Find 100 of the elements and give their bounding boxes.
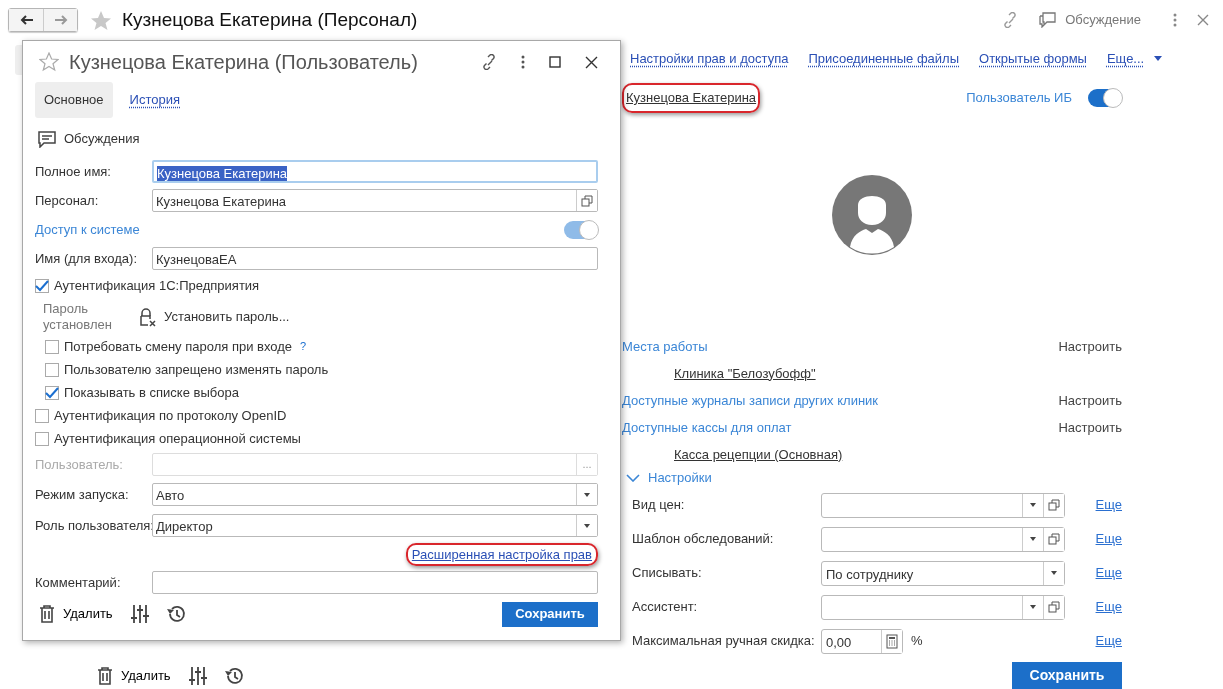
forward-arrow-icon: [53, 13, 68, 27]
settings-link[interactable]: Расширенная настройка прав: [405, 542, 598, 567]
dialog-title: Кузнецова Екатерина (Пользователь): [69, 50, 418, 75]
more-link[interactable]: Еще: [1095, 631, 1122, 651]
open-button[interactable]: [1043, 493, 1064, 517]
nav-link[interactable]: Открытые формы: [979, 49, 1087, 69]
dropdown-button[interactable]: [576, 484, 597, 505]
item-link[interactable]: Клиника "Белозубофф": [622, 363, 816, 384]
save-button[interactable]: Сохранить: [502, 601, 598, 627]
set-password-button[interactable]: Установить пароль...: [138, 307, 290, 327]
nav-link[interactable]: Еще...: [1106, 49, 1145, 69]
dropdown-field[interactable]: Авто: [152, 483, 598, 506]
sliders-icon[interactable]: [130, 605, 149, 623]
field-label: Ассистент:: [632, 598, 699, 617]
delete-button[interactable]: Удалить: [39, 604, 113, 624]
configure-link[interactable]: Настроить: [1058, 336, 1122, 357]
open-button[interactable]: [576, 190, 597, 211]
checkbox[interactable]: [35, 279, 49, 293]
more-link[interactable]: Еще: [1095, 529, 1122, 549]
history-icon[interactable]: [166, 604, 187, 624]
nav-link[interactable]: Присоединенные файлы: [808, 49, 959, 69]
input-field[interactable]: [152, 571, 598, 594]
star-icon[interactable]: [39, 52, 59, 72]
save-button[interactable]: Сохранить: [1012, 662, 1122, 689]
dropdown-button[interactable]: [576, 515, 597, 536]
tab[interactable]: История: [120, 82, 189, 118]
lock-icon: [138, 307, 156, 327]
group-toggle[interactable]: Настройки: [648, 468, 712, 488]
section-link[interactable]: Доступные журналы записи других клиник: [622, 390, 879, 411]
sliders-icon[interactable]: [188, 666, 207, 685]
open-window-icon: [1048, 533, 1060, 545]
field-label: Комментарий:: [35, 573, 122, 592]
section-link[interactable]: Места работы: [622, 336, 708, 357]
open-window-icon: [1048, 499, 1060, 511]
item-link[interactable]: Касса рецепции (Основная): [622, 444, 843, 465]
toggle-switch[interactable]: [564, 220, 598, 239]
dropdown-field[interactable]: По сотруднику: [821, 560, 1065, 586]
calculator-button[interactable]: [881, 629, 902, 653]
checkbox[interactable]: [45, 362, 59, 377]
open-button[interactable]: [1043, 595, 1064, 619]
check-icon: [35, 280, 49, 292]
caret-icon: [1029, 604, 1037, 610]
open-window-icon: [581, 194, 593, 207]
discussion-button[interactable]: Обсуждение: [1038, 10, 1141, 30]
more-link[interactable]: Еще: [1095, 495, 1122, 515]
number-field[interactable]: 0,00: [821, 628, 903, 654]
open-window-icon: [1048, 601, 1060, 613]
toggle-switch[interactable]: [1088, 89, 1122, 107]
trash-icon: [39, 605, 55, 623]
discussions-button[interactable]: Обсуждения: [38, 129, 140, 149]
link-icon[interactable]: [481, 54, 497, 70]
dropdown-field[interactable]: Директор: [152, 514, 598, 537]
field-label: Персонал:: [35, 191, 100, 210]
section-link[interactable]: Доступ к системе: [35, 219, 140, 240]
back-button[interactable]: [9, 9, 43, 31]
field-label: Имя (для входа):: [35, 249, 139, 268]
caret-icon: [1029, 502, 1037, 508]
unit-label: %: [911, 632, 923, 651]
calculator-icon: [886, 633, 898, 649]
help-link[interactable]: ?: [300, 338, 307, 355]
nav-link[interactable]: Настройки прав и доступа: [630, 49, 789, 69]
caret-icon: [1029, 536, 1037, 542]
password-status: Пароль установлен: [43, 301, 113, 333]
checkbox[interactable]: [35, 408, 49, 423]
chat-bubble-icon: [1038, 12, 1058, 28]
open-button[interactable]: [1043, 527, 1064, 551]
section-link[interactable]: Доступные кассы для оплат: [622, 417, 792, 438]
dropdown-field[interactable]: [821, 492, 1065, 518]
more-link[interactable]: Еще: [1095, 563, 1122, 583]
field-label: Списывать:: [632, 564, 703, 583]
dropdown-button[interactable]: [1043, 561, 1064, 585]
checkbox[interactable]: [35, 431, 49, 446]
input-field[interactable]: КузнецоваЕА: [152, 247, 598, 270]
close-icon[interactable]: [585, 55, 598, 69]
history-icon[interactable]: [224, 665, 245, 686]
configure-link[interactable]: Настроить: [1058, 417, 1122, 438]
caret-icon: [1050, 570, 1058, 576]
checkbox[interactable]: [45, 339, 59, 354]
field-label: Шаблон обследований:: [632, 530, 775, 549]
page-title: Кузнецова Екатерина (Персонал): [122, 7, 418, 32]
chevron-icon[interactable]: [626, 474, 640, 482]
more-link[interactable]: Еще: [1095, 597, 1122, 617]
input-field[interactable]: Кузнецова Екатерина: [152, 160, 598, 183]
input-field[interactable]: Кузнецова Екатерина: [152, 189, 598, 212]
caret-icon[interactable]: [1154, 56, 1163, 62]
toggle-label: Пользователь ИБ: [966, 89, 1072, 108]
field-label: Пользователь:: [35, 455, 124, 474]
checkbox[interactable]: [45, 385, 59, 400]
tab[interactable]: Основное: [35, 82, 113, 118]
checkbox-label: Аутентификация 1С:Предприятия: [54, 277, 260, 296]
back-arrow-icon: [18, 13, 34, 27]
more-icon[interactable]: [1173, 13, 1177, 27]
star-icon[interactable]: [90, 9, 112, 31]
dropdown-field[interactable]: [821, 526, 1065, 552]
more-icon[interactable]: [521, 55, 525, 69]
user-link[interactable]: Кузнецова Екатерина: [622, 83, 761, 113]
dropdown-field[interactable]: [821, 594, 1065, 620]
configure-link[interactable]: Настроить: [1058, 390, 1122, 411]
delete-button[interactable]: Удалить: [97, 665, 171, 686]
maximize-icon[interactable]: [549, 56, 561, 68]
